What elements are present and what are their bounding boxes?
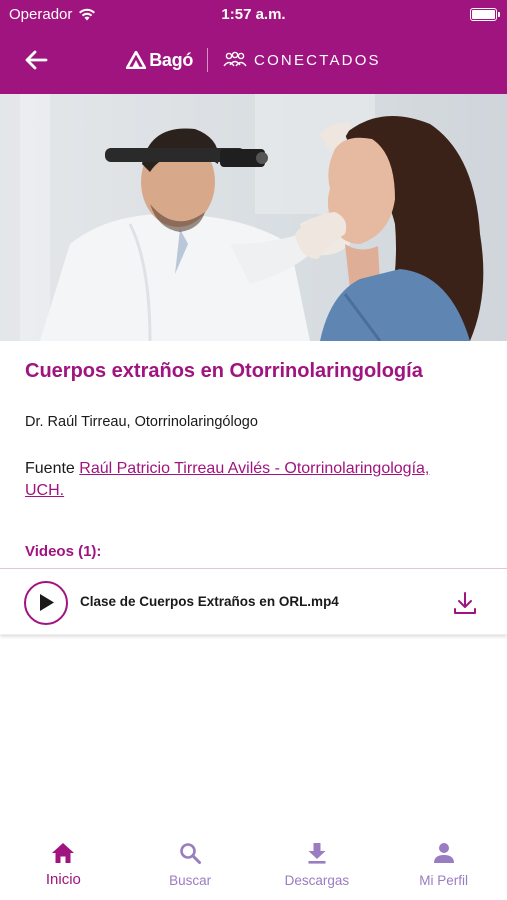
download-icon: [454, 592, 476, 614]
status-bar: Operador 1:57 a.m.: [0, 0, 507, 28]
nav-bar: Bagó CONECTADOS: [0, 28, 507, 94]
doctor-patient-photo: [0, 94, 507, 341]
video-list-item[interactable]: Clase de Cuerpos Extraños en ORL.mp4: [0, 569, 507, 635]
tab-descargas[interactable]: Descargas: [254, 830, 381, 900]
people-group-icon: [223, 51, 247, 67]
conectados-logo: CONECTADOS: [222, 51, 381, 69]
tab-inicio[interactable]: Inicio: [0, 830, 127, 900]
article-source: Fuente Raúl Patricio Tirreau Avilés - Ot…: [25, 458, 445, 502]
download-icon: [308, 843, 326, 864]
play-button[interactable]: [24, 581, 68, 625]
app-name: CONECTADOS: [254, 51, 381, 69]
brand-divider: [207, 48, 209, 72]
brand-header: Bagó CONECTADOS: [0, 48, 507, 72]
brand-name: Bagó: [149, 49, 194, 70]
video-file-name: Clase de Cuerpos Extraños en ORL.mp4: [80, 594, 339, 609]
hero-image: [0, 94, 507, 341]
source-link[interactable]: Raúl Patricio Tirreau Avilés - Otorrinol…: [25, 460, 429, 499]
play-icon: [40, 594, 54, 611]
tab-label: Mi Perfil: [419, 873, 468, 888]
tab-mi-perfil[interactable]: Mi Perfil: [380, 830, 507, 900]
tab-label: Buscar: [169, 873, 212, 888]
videos-section-header: Videos (1):: [25, 543, 102, 560]
tab-label: Inicio: [45, 871, 81, 888]
source-label: Fuente: [25, 460, 75, 477]
bottom-tab-bar: Inicio Buscar Descargas Mi Perfil: [0, 830, 507, 900]
video-download-button[interactable]: [452, 590, 478, 616]
battery-icon: [470, 8, 500, 21]
status-time: 1:57 a.m.: [221, 6, 286, 23]
person-icon: [433, 843, 454, 863]
tab-buscar[interactable]: Buscar: [127, 830, 254, 900]
bago-mark-icon: [126, 51, 147, 69]
search-icon: [180, 843, 202, 864]
article-title: Cuerpos extraños en Otorrinolaringología: [25, 360, 423, 382]
tab-label: Descargas: [284, 873, 350, 888]
article-author: Dr. Raúl Tirreau, Otorrinolaringólogo: [25, 414, 258, 430]
app-header: Operador 1:57 a.m. Bagó CONECTADOS: [0, 0, 507, 94]
bago-logo: Bagó: [126, 50, 193, 71]
home-icon: [52, 843, 75, 863]
